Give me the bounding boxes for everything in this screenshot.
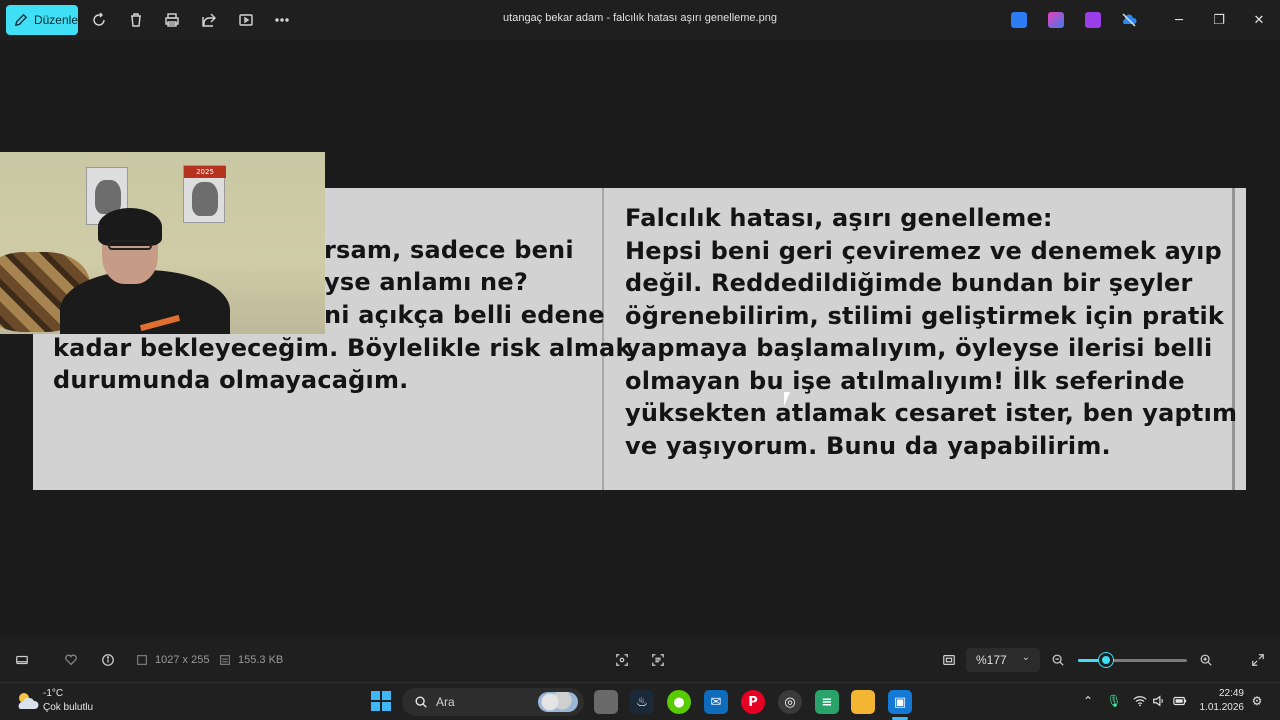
right-line-4: yapmaya başlamalıyım, öyleyse ilerisi be…	[625, 334, 1213, 362]
photos-taskbar-icon[interactable]: ▣	[888, 690, 912, 714]
zoom-in-icon[interactable]	[1198, 652, 1214, 668]
fit-to-window-icon[interactable]	[941, 652, 957, 668]
outlook-icon[interactable]: ✉	[704, 690, 728, 714]
delete-icon[interactable]	[126, 10, 146, 30]
chevron-down-icon: ⌄	[1021, 652, 1030, 663]
photos-app-icon[interactable]	[1011, 12, 1027, 28]
fullscreen-icon[interactable]	[1250, 652, 1266, 668]
share-icon[interactable]	[199, 10, 219, 30]
more-icon[interactable]	[272, 10, 292, 30]
search-placeholder: Ara	[436, 695, 455, 709]
right-line-1: Hepsi beni geri çeviremez ve denemek ayı…	[625, 236, 1222, 265]
zoom-slider[interactable]	[1078, 653, 1187, 667]
image-dimensions: 1027 x 255	[155, 654, 210, 666]
zoom-out-icon[interactable]	[1050, 652, 1066, 668]
weather-description[interactable]: Çok bulutlu	[43, 702, 93, 713]
settings-gear-icon[interactable]: ⚙	[1249, 693, 1265, 709]
right-line-3: öğrenebilirim, stilimi geliştirmek için …	[625, 301, 1225, 330]
right-heading: Falcılık hatası, aşırı genelleme:	[625, 204, 1053, 232]
notepad-icon[interactable]: ≡	[815, 690, 839, 714]
maximize-button[interactable]: ❐	[1209, 10, 1229, 30]
visual-search-icon[interactable]	[614, 652, 630, 668]
glasses	[108, 240, 152, 250]
volume-icon[interactable]	[1151, 693, 1167, 709]
search-highlight-image	[538, 692, 578, 712]
search-icon	[415, 696, 427, 708]
pinterest-icon[interactable]: P	[741, 690, 765, 714]
left-line-4: kadar bekleyeceğim. Böylelikle risk alma…	[53, 334, 632, 362]
clock-time[interactable]: 22:49	[1200, 688, 1244, 699]
file-explorer-icon[interactable]	[851, 690, 875, 714]
text-scan-icon[interactable]	[650, 652, 666, 668]
right-line-2: değil. Reddedildiğimde bundan bir şeyler	[625, 269, 1193, 297]
microphone-icon[interactable]: 🎙	[1106, 693, 1122, 709]
print-icon[interactable]	[162, 10, 182, 30]
right-line-5: olmayan bu işe atılmalıyım! İlk seferind…	[625, 366, 1185, 395]
duolingo-icon[interactable]: ●	[667, 690, 691, 714]
favorite-icon[interactable]	[63, 652, 79, 668]
left-line-3: ni açıkça belli edene	[324, 301, 605, 329]
left-line-1: rsam, sadece beni	[324, 236, 574, 264]
left-line-2: yse anlamı ne?	[324, 268, 528, 296]
slideshow-icon[interactable]	[236, 10, 256, 30]
zoom-value: %177	[976, 653, 1007, 667]
onedrive-off-icon[interactable]	[1121, 12, 1137, 28]
edit-icon	[14, 13, 28, 27]
filmstrip-icon[interactable]	[14, 652, 30, 668]
start-button[interactable]	[371, 691, 391, 711]
weather-temperature[interactable]: -1°C	[43, 688, 63, 699]
status-bar: 1027 x 255 155.3 KB %177 ⌄	[0, 638, 1280, 682]
file-size: 155.3 KB	[238, 654, 284, 666]
taskbar-search[interactable]: Ara	[402, 688, 584, 716]
left-line-5: durumunda olmayacağım.	[53, 366, 409, 394]
zoom-dropdown[interactable]: %177 ⌄	[966, 648, 1040, 672]
image-right-text: Falcılık hatası, aşırı genelleme: Hepsi b…	[625, 202, 1237, 462]
file-size-icon	[217, 652, 233, 668]
wifi-icon[interactable]	[1132, 693, 1148, 709]
chrome-icon[interactable]: ◎	[778, 690, 802, 714]
designer-app-icon[interactable]	[1048, 12, 1064, 28]
title-bar: Düzenle utangaç bekar adam - falcılık ha…	[0, 0, 1280, 40]
mouse-cursor	[784, 392, 790, 406]
rotate-icon[interactable]	[89, 10, 109, 30]
edit-button[interactable]: Düzenle	[6, 5, 78, 35]
wall-calendar: 2025	[183, 165, 226, 223]
dimensions-icon	[134, 652, 150, 668]
webcam-overlay: 2025	[0, 152, 325, 334]
task-view-icon[interactable]	[594, 690, 618, 714]
zoom-slider-thumb[interactable]	[1099, 653, 1113, 667]
close-button[interactable]: ✕	[1249, 10, 1269, 30]
show-hidden-icons-chevron-icon[interactable]: ⌃	[1080, 693, 1096, 709]
clipchamp-app-icon[interactable]	[1085, 12, 1101, 28]
info-icon[interactable]	[100, 652, 116, 668]
right-line-6: yüksekten atlamak cesaret ister, ben yap…	[625, 399, 1238, 427]
edit-button-label: Düzenle	[33, 13, 78, 27]
weather-cloudy-icon[interactable]	[14, 689, 40, 713]
clock-date[interactable]: 1.01.2026	[1196, 702, 1245, 713]
taskbar: -1°C Çok bulutlu Ara ♨ ● ✉ P ◎ ≡ ▣ ⌃ 🎙 2…	[0, 682, 1280, 720]
right-line-7: ve yaşıyorum. Bunu da yapabilirim.	[625, 431, 1111, 460]
steam-icon[interactable]: ♨	[630, 690, 654, 714]
battery-icon[interactable]	[1172, 693, 1188, 709]
minimize-button[interactable]: ─	[1169, 10, 1189, 30]
